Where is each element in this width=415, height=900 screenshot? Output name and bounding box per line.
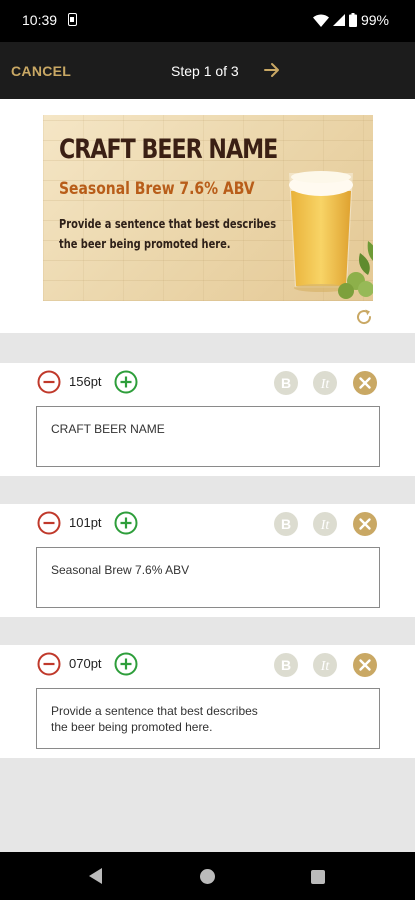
banner-description-line-1: Provide a sentence that best describes	[59, 217, 277, 231]
banner-title: CRAFT BEER NAME	[59, 134, 278, 165]
cancel-button[interactable]: CANCEL	[11, 63, 71, 79]
refresh-icon[interactable]	[354, 307, 374, 332]
status-bar: 10:39 99%	[0, 0, 415, 42]
text-input[interactable]: CRAFT BEER NAME	[36, 406, 380, 467]
row-toolbar: 070pt B It	[0, 645, 415, 681]
text-input[interactable]: Seasonal Brew 7.6% ABV	[36, 547, 380, 608]
bold-glyph: B	[281, 657, 291, 673]
status-time: 10:39	[22, 12, 58, 28]
banner-description-line-2: the beer being promoted here.	[59, 237, 231, 251]
italic-button[interactable]: It	[312, 652, 338, 683]
top-app-bar: CANCEL Step 1 of 3	[0, 42, 415, 99]
back-nav-icon[interactable]	[89, 868, 103, 889]
bold-button[interactable]: B	[273, 511, 299, 542]
italic-glyph: It	[320, 518, 331, 533]
font-size-label: 070pt	[69, 656, 102, 671]
preview-panel: CRAFT BEER NAME Seasonal Brew 7.6% ABV P…	[0, 99, 415, 333]
bold-button[interactable]: B	[273, 370, 299, 401]
row-toolbar: 156pt B It	[0, 363, 415, 399]
font-size-label: 101pt	[69, 515, 102, 530]
bold-glyph: B	[281, 375, 291, 391]
recents-nav-icon[interactable]	[311, 870, 325, 884]
bold-glyph: B	[281, 516, 291, 532]
status-icons: 99%	[312, 12, 389, 28]
increase-size-button[interactable]	[114, 370, 138, 399]
arrow-right-icon[interactable]	[263, 61, 281, 84]
italic-glyph: It	[320, 659, 331, 674]
text-editor-row: 070pt B It Provide a sentence that best …	[0, 645, 415, 758]
text-input[interactable]: Provide a sentence that best describes t…	[36, 688, 380, 749]
text-editor-row: 156pt B It CRAFT BEER NAME	[0, 363, 415, 476]
increase-size-button[interactable]	[114, 652, 138, 681]
bold-button[interactable]: B	[273, 652, 299, 683]
wifi-icon	[312, 13, 329, 27]
row-toolbar: 101pt B It	[0, 504, 415, 540]
beer-banner-preview: CRAFT BEER NAME Seasonal Brew 7.6% ABV P…	[43, 115, 373, 301]
decrease-size-button[interactable]	[37, 370, 61, 399]
decrease-size-button[interactable]	[37, 511, 61, 540]
text-editor-row: 101pt B It Seasonal Brew 7.6% ABV	[0, 504, 415, 617]
increase-size-button[interactable]	[114, 511, 138, 540]
system-navigation-bar	[0, 852, 415, 900]
signal-icon	[332, 14, 345, 26]
banner-subtitle: Seasonal Brew 7.6% ABV	[59, 179, 255, 199]
beer-glass-image	[289, 171, 373, 299]
italic-button[interactable]: It	[312, 370, 338, 401]
italic-button[interactable]: It	[312, 511, 338, 542]
clear-text-button[interactable]	[352, 370, 378, 401]
italic-glyph: It	[320, 377, 331, 392]
font-size-label: 156pt	[69, 374, 102, 389]
home-nav-icon[interactable]	[200, 869, 215, 884]
clear-text-button[interactable]	[352, 652, 378, 683]
banner-description: Provide a sentence that best describes t…	[59, 214, 276, 254]
step-indicator: Step 1 of 3	[171, 63, 239, 79]
sim-card-icon	[68, 13, 77, 26]
decrease-size-button[interactable]	[37, 652, 61, 681]
battery-icon	[348, 13, 357, 27]
battery-percent: 99%	[360, 12, 389, 28]
clear-text-button[interactable]	[352, 511, 378, 542]
